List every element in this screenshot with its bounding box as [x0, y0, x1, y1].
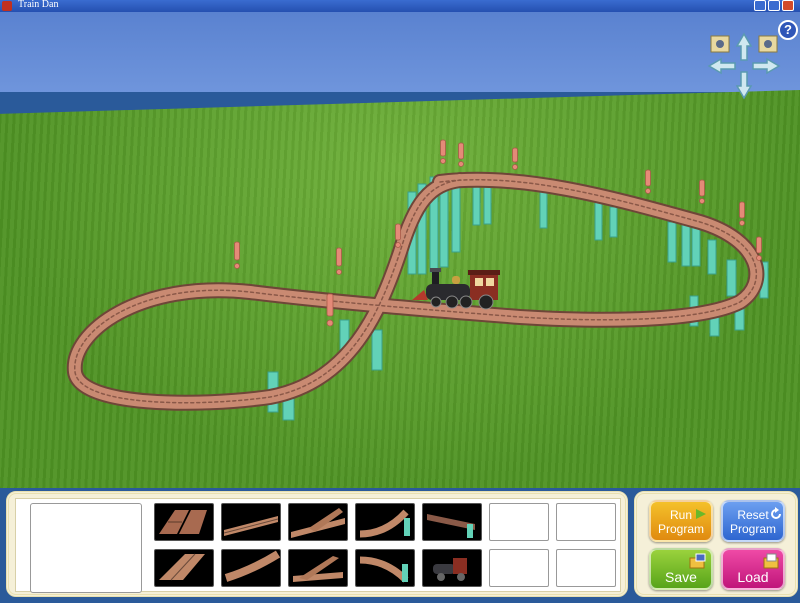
- reset-program-button[interactable]: Reset Program: [721, 500, 785, 542]
- run-program-button[interactable]: Run Program: [649, 500, 713, 542]
- play-icon: [696, 509, 706, 519]
- camera-icon-left: [710, 35, 730, 53]
- piece-preview: [30, 503, 142, 593]
- load-button[interactable]: Load: [721, 548, 785, 590]
- palette-empty-slot[interactable]: [489, 549, 549, 587]
- help-button[interactable]: ?: [778, 20, 798, 40]
- save-button[interactable]: Save: [649, 548, 713, 590]
- palette-piece-curve-post-2[interactable]: [355, 549, 415, 587]
- palette-piece-locomotive[interactable]: [422, 549, 482, 587]
- refresh-icon: [771, 507, 781, 519]
- palette-inner: [15, 498, 621, 593]
- bottom-panel: Run Program Reset Program Save Load: [0, 488, 800, 603]
- palette-piece-switch[interactable]: [288, 503, 348, 541]
- palette-piece-double-straight[interactable]: [154, 503, 214, 541]
- palette-piece-straight-2[interactable]: [154, 549, 214, 587]
- program-controls: Run Program Reset Program Save Load: [634, 491, 798, 597]
- palette-empty-slot[interactable]: [556, 549, 616, 587]
- close-button[interactable]: [782, 0, 794, 11]
- palette-piece-straight[interactable]: [221, 503, 281, 541]
- track-scene[interactable]: [0, 12, 800, 488]
- palette-piece-ramp[interactable]: [422, 503, 482, 541]
- minimize-button[interactable]: [754, 0, 766, 11]
- save-label: Save: [665, 569, 697, 585]
- maximize-button[interactable]: [768, 0, 780, 11]
- palette-piece-curve[interactable]: [221, 549, 281, 587]
- figure-eight-track[interactable]: [66, 171, 765, 411]
- save-folder-icon: [689, 553, 706, 569]
- load-label: Load: [737, 569, 769, 585]
- camera-icon-right: [758, 35, 778, 53]
- app-icon: [2, 1, 12, 11]
- track-piece-palette: [6, 491, 628, 597]
- palette-empty-slot[interactable]: [489, 503, 549, 541]
- palette-piece-curve-post[interactable]: [355, 503, 415, 541]
- load-folder-icon: [763, 553, 779, 569]
- 3d-viewport[interactable]: ?: [0, 12, 800, 488]
- title-bar: Train Dan: [0, 0, 800, 12]
- palette-empty-slot[interactable]: [556, 503, 616, 541]
- camera-rotate-control[interactable]: [705, 30, 783, 102]
- window-title: Train Dan: [18, 0, 59, 10]
- palette-piece-switch-2[interactable]: [288, 549, 348, 587]
